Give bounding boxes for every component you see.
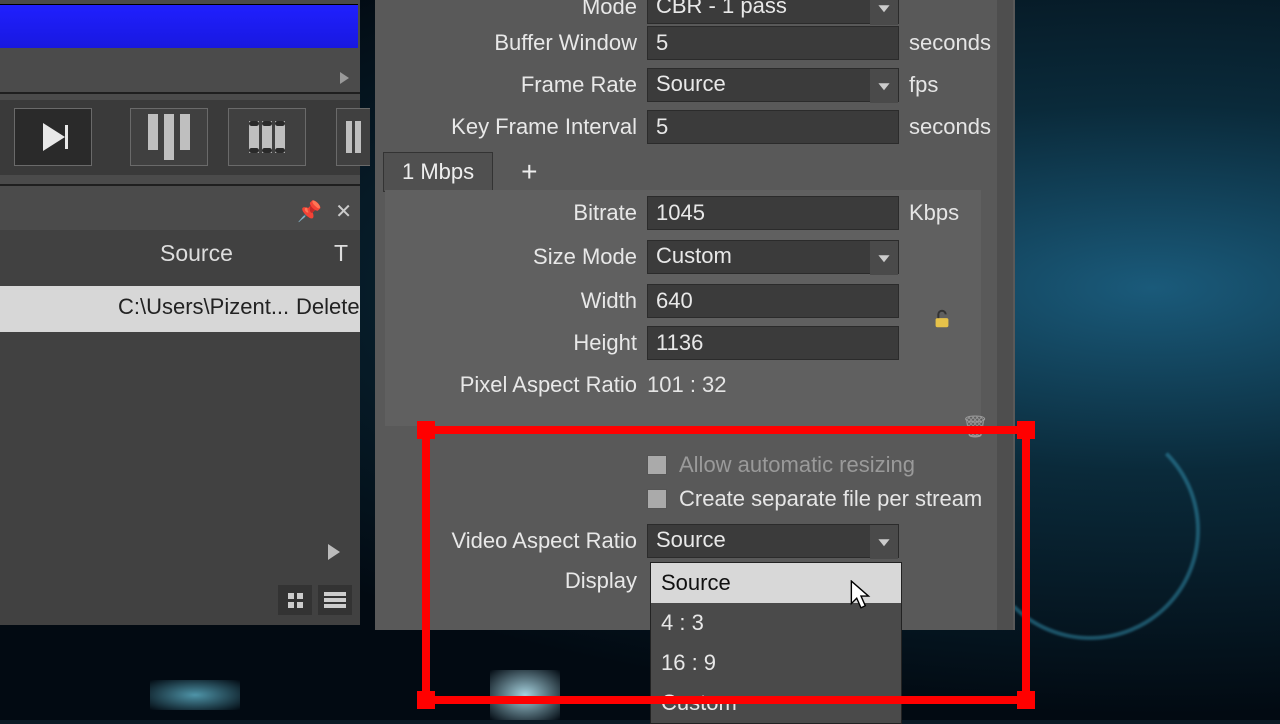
video-aspect-select[interactable]: Source xyxy=(647,524,899,558)
allow-resize-label: Allow automatic resizing xyxy=(679,452,915,478)
height-label: Height xyxy=(385,330,637,356)
size-mode-value: Custom xyxy=(656,243,732,268)
frame-rate-value: Source xyxy=(656,71,726,96)
preview-toolbar xyxy=(0,100,360,175)
list-view-button[interactable] xyxy=(318,585,352,615)
display-label: Display xyxy=(375,568,637,594)
width-label: Width xyxy=(385,288,637,314)
separate-file-label: Create separate file per stream xyxy=(679,486,982,512)
video-aspect-value: Source xyxy=(656,527,726,552)
trash-icon[interactable]: 🗑 xyxy=(961,414,989,440)
frame-rate-unit: fps xyxy=(909,72,938,98)
panel-expand-arrow[interactable] xyxy=(340,72,349,84)
buffer-window-unit: seconds xyxy=(909,30,991,56)
buffer-window-label: Buffer Window xyxy=(375,30,637,56)
dropdown-option-custom[interactable]: Custom xyxy=(651,683,901,723)
timeline-strip[interactable] xyxy=(0,4,358,48)
bitrate-tab[interactable]: 1 Mbps xyxy=(383,152,493,192)
source-path: C:\Users\Pizent... xyxy=(118,294,289,320)
encoding-settings-dialog: Mode CBR - 1 pass Buffer Window seconds … xyxy=(375,0,1015,630)
left-panel: 📌 ✕ Source T C:\Users\Pizent... Delete xyxy=(0,0,360,625)
allow-resize-checkbox[interactable] xyxy=(647,455,667,475)
size-mode-select[interactable]: Custom xyxy=(647,240,899,274)
mode-value: CBR - 1 pass xyxy=(656,0,787,18)
key-frame-label: Key Frame Interval xyxy=(375,114,637,140)
key-frame-unit: seconds xyxy=(909,114,991,140)
frame-rate-select[interactable]: Source xyxy=(647,68,899,102)
mode-select[interactable]: CBR - 1 pass xyxy=(647,0,899,24)
buffer-window-input[interactable] xyxy=(647,26,899,60)
divider xyxy=(0,92,360,94)
frame-rate-label: Frame Rate xyxy=(375,72,637,98)
source-panel: Source T C:\Users\Pizent... Delete xyxy=(0,230,360,625)
bitrate-input[interactable] xyxy=(647,196,899,230)
key-frame-input[interactable] xyxy=(647,110,899,144)
mode-label: Mode xyxy=(375,0,637,20)
chevron-down-icon xyxy=(870,0,898,25)
chevron-down-icon xyxy=(870,525,898,559)
view-switcher xyxy=(278,585,352,615)
filmstrip-button[interactable] xyxy=(228,108,306,166)
pixel-aspect-value: 101 : 32 xyxy=(647,372,727,398)
chevron-down-icon xyxy=(870,69,898,103)
pin-icon[interactable]: 📌 xyxy=(297,199,322,224)
bitrate-group: Bitrate Kbps Size Mode Custom Width Heig… xyxy=(385,190,981,426)
layout-columns-button[interactable] xyxy=(130,108,208,166)
width-input[interactable] xyxy=(647,284,899,318)
bitrate-unit: Kbps xyxy=(909,200,959,226)
close-icon[interactable]: ✕ xyxy=(335,199,352,224)
source-row[interactable]: C:\Users\Pizent... Delete xyxy=(0,286,360,332)
dropdown-option-16-9[interactable]: 16 : 9 xyxy=(651,643,901,683)
size-mode-label: Size Mode xyxy=(385,244,637,270)
add-tab-button[interactable]: + xyxy=(521,156,537,188)
bitrate-label: Bitrate xyxy=(385,200,637,226)
chevron-down-icon xyxy=(870,241,898,275)
divider xyxy=(0,184,360,186)
pixel-aspect-label: Pixel Aspect Ratio xyxy=(385,372,637,398)
background-glow xyxy=(150,680,240,710)
play-icon[interactable] xyxy=(328,544,340,560)
play-button[interactable] xyxy=(14,108,92,166)
filmstrip-button-2[interactable] xyxy=(336,108,370,166)
column-t: T xyxy=(334,240,348,267)
grid-view-button[interactable] xyxy=(278,585,312,615)
background-glow xyxy=(490,670,560,720)
video-aspect-label: Video Aspect Ratio xyxy=(375,528,637,554)
separate-file-checkbox[interactable] xyxy=(647,489,667,509)
column-source: Source xyxy=(160,240,233,267)
height-input[interactable] xyxy=(647,326,899,360)
panel-controls: 📌 ✕ xyxy=(0,195,360,225)
cursor-icon xyxy=(850,580,872,610)
source-delete[interactable]: Delete xyxy=(296,294,360,320)
